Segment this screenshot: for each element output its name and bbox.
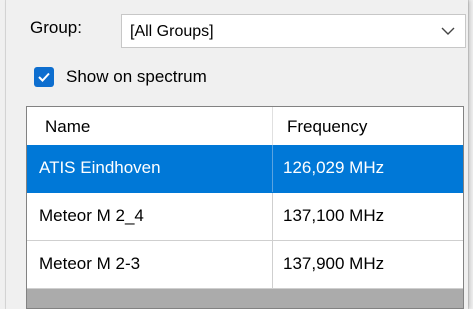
window: Group: [All Groups] Show on spectrum Nam… [0,0,473,309]
list-row[interactable]: Meteor M 2-3 137,900 MHz [27,241,463,289]
row-frequency: 126,029 MHz [283,158,385,177]
column-header-frequency[interactable]: Frequency [273,107,463,145]
group-dropdown[interactable]: [All Groups] [121,14,466,48]
row-name: Meteor M 2_4 [27,193,273,240]
checkmark-icon [38,72,50,82]
row-frequency: 137,100 MHz [283,206,385,225]
show-on-spectrum-checkbox[interactable] [34,67,54,87]
group-label: Group: [30,18,82,37]
list-row[interactable]: Meteor M 2_4 137,100 MHz [27,193,463,241]
frequency-list[interactable]: Name Frequency ATIS Eindhoven 126,029 MH… [26,106,464,309]
row-frequency: 137,900 MHz [283,254,385,273]
chevron-down-icon [441,27,455,35]
row-name: Meteor M 2-3 [27,241,273,288]
show-on-spectrum-label: Show on spectrum [66,67,207,86]
frequency-panel: Group: [All Groups] Show on spectrum Nam… [6,0,468,309]
list-header: Name Frequency [27,107,463,146]
group-dropdown-value: [All Groups] [130,23,214,40]
column-header-name[interactable]: Name [27,107,273,145]
list-row[interactable]: ATIS Eindhoven 126,029 MHz [27,145,463,193]
row-name: ATIS Eindhoven [27,145,273,192]
